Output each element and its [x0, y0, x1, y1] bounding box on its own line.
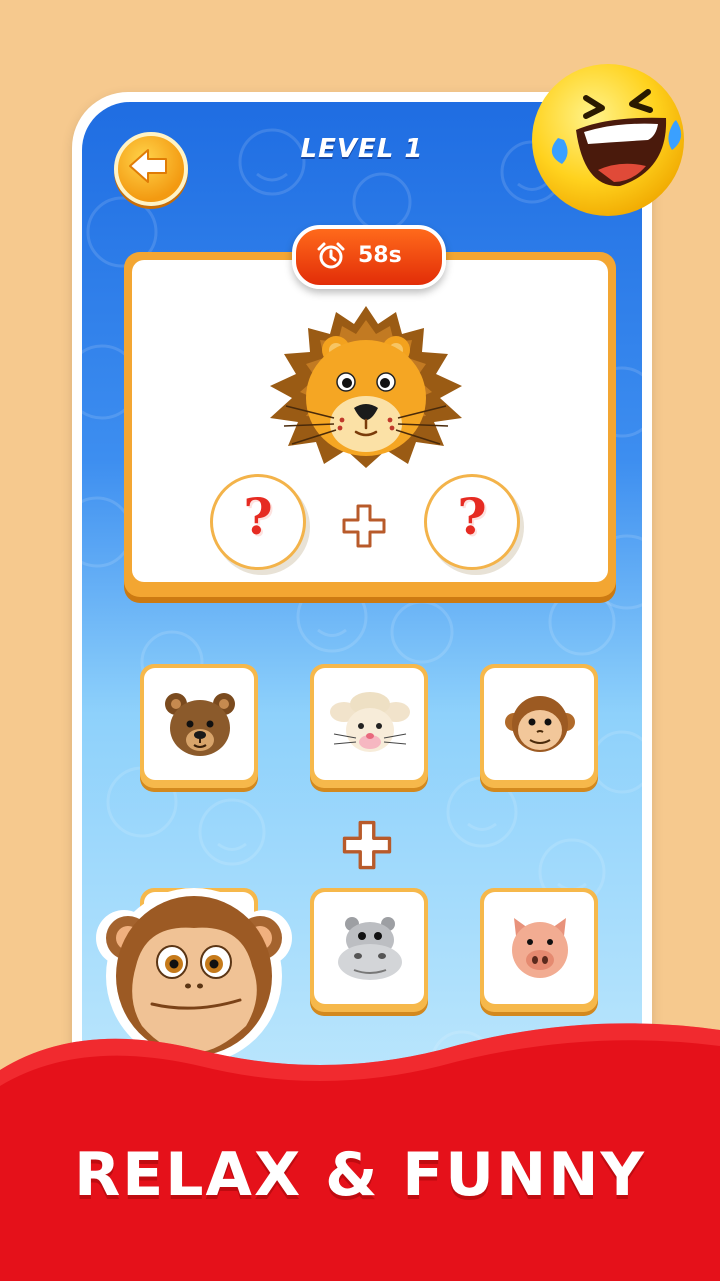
lion-face-emoji: [270, 306, 462, 468]
monkey-face-icon: [505, 696, 575, 752]
laughing-tears-emoji: [532, 64, 684, 216]
choice-tile-pig[interactable]: [480, 888, 598, 1012]
choice-tile-bear[interactable]: [140, 664, 258, 788]
question-mark-1: ?: [243, 487, 273, 546]
hippo-face-icon: [338, 917, 402, 980]
timer-value: 58s: [358, 243, 402, 268]
tagline-text: RELAX & FUNNY: [74, 1140, 646, 1210]
choice-tile-hippo[interactable]: [310, 888, 428, 1012]
answer-slot-2[interactable]: ?: [424, 474, 520, 570]
plus-icon-2: [342, 820, 392, 870]
rabbit-face-icon: [330, 692, 410, 752]
choice-tile-monkey[interactable]: [480, 664, 598, 788]
timer-badge: 58s: [292, 225, 446, 289]
choice-tile-rabbit[interactable]: [310, 664, 428, 788]
question-mark-2: ?: [457, 487, 487, 546]
bear-face-icon: [165, 693, 235, 756]
answer-slot-1[interactable]: ?: [210, 474, 306, 570]
plus-icon: [342, 504, 386, 548]
pig-face-icon: [512, 918, 568, 978]
alarm-clock-icon: [317, 242, 345, 269]
